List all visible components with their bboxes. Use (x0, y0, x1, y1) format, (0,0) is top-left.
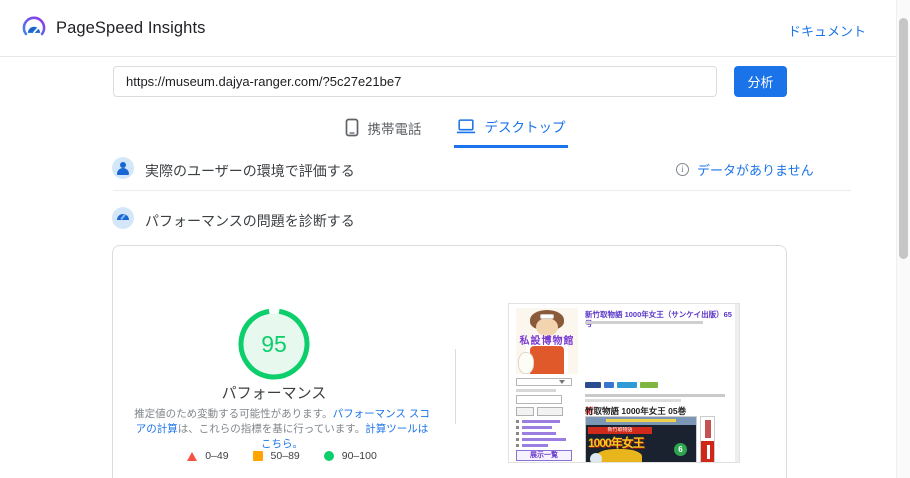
cover-volume-badge: 6 (674, 443, 687, 456)
analyze-button[interactable]: 分析 (734, 66, 787, 97)
thumb-comic-cover: 新竹取物語 1000年女王 6 (585, 416, 697, 462)
thumb-share-button (585, 382, 601, 388)
thumb-share-button (617, 382, 637, 388)
mobile-phone-icon (345, 118, 358, 137)
legend-average: 50–89 (252, 450, 300, 462)
average-square-icon (252, 451, 263, 461)
poor-triangle-icon (187, 451, 198, 461)
legend-good-range: 90–100 (341, 450, 377, 462)
performance-score-value: 95 (261, 330, 287, 357)
thumb-tags-bar (585, 399, 681, 402)
thumb-sidebar-heading: 展示一覧 (516, 450, 572, 461)
thumb-select-caret (559, 380, 565, 384)
thumb-share-button (604, 382, 614, 388)
app-title: PageSpeed Insights (56, 18, 206, 37)
legend-poor-range: 0–49 (205, 450, 229, 462)
thumb-breadcrumb-bar (585, 321, 703, 324)
tab-mobile-label: 携帯電話 (367, 121, 422, 137)
thumb-search-box (516, 395, 562, 404)
speedometer-logo-icon (22, 16, 46, 36)
app-logo[interactable]: PageSpeed Insights (21, 15, 206, 41)
cover-series-text: 新竹取物語 (588, 427, 652, 434)
field-users-icon (112, 157, 134, 179)
good-circle-icon (323, 451, 334, 461)
score-legend: 0–49 50–89 90–100 (132, 450, 432, 462)
thumb-scrollbar (735, 304, 739, 462)
legend-poor: 0–49 (187, 450, 229, 462)
performance-label: パフォーマンス (221, 385, 327, 402)
info-icon: i (676, 163, 689, 176)
thumb-comic-spine (700, 416, 715, 462)
disclaimer-mid: は、これらの指標を基に行っています。 (177, 423, 366, 435)
documentation-link[interactable]: ドキュメント (788, 21, 866, 40)
thumb-page-title: 新竹取物語 1000年女王（サンケイ出版）65号 (585, 310, 732, 328)
desktop-icon (456, 118, 475, 133)
thumb-share-button (640, 382, 658, 388)
tab-mobile[interactable]: 携帯電話 (343, 112, 424, 148)
site-name-text: 私設博物館 (519, 336, 575, 347)
thumb-caption-bar (516, 389, 556, 392)
scrollbar-thumb[interactable] (899, 18, 908, 259)
field-status-text: データがありません (697, 163, 814, 178)
device-tabs: 携帯電話 デスクトップ (0, 112, 910, 148)
card-vertical-divider (455, 349, 456, 424)
tab-desktop[interactable]: デスクトップ (453, 112, 568, 148)
url-input[interactable] (113, 66, 717, 97)
tab-desktop-label: デスクトップ (484, 120, 566, 135)
diagnose-section-title: パフォーマンスの問題を診断する (145, 213, 355, 229)
legend-average-range: 50–89 (270, 450, 300, 462)
score-disclaimer: 推定値のため変動する可能性があります。パフォーマンス スコアの計算は、これらの指… (132, 407, 432, 452)
disclaimer-text: 推定値のため変動する可能性があります。 (134, 408, 333, 420)
lab-gauge-icon (112, 207, 134, 229)
thumb-button (537, 407, 563, 416)
page-screenshot-thumbnail: 私設博物館 新竹取物語 1000年女王（サンケイ出版）65号 新竹取物語 100… (508, 303, 740, 463)
pagespeed-insights-page: PageSpeed Insights ドキュメント 分析 携帯電話 デスクトップ… (0, 0, 910, 478)
site-mascot-image: 私設博物館 (516, 308, 578, 374)
legend-good: 90–100 (323, 450, 377, 462)
app-header: PageSpeed Insights ドキュメント (0, 0, 910, 57)
section-divider (113, 190, 851, 191)
thumb-button (516, 407, 534, 416)
field-no-data-status[interactable]: i データがありません (676, 160, 814, 179)
field-section-title: 実際のユーザーの環境で評価する (145, 163, 355, 179)
scrollbar-track[interactable] (896, 0, 910, 478)
thumb-tags-bar (585, 394, 725, 397)
